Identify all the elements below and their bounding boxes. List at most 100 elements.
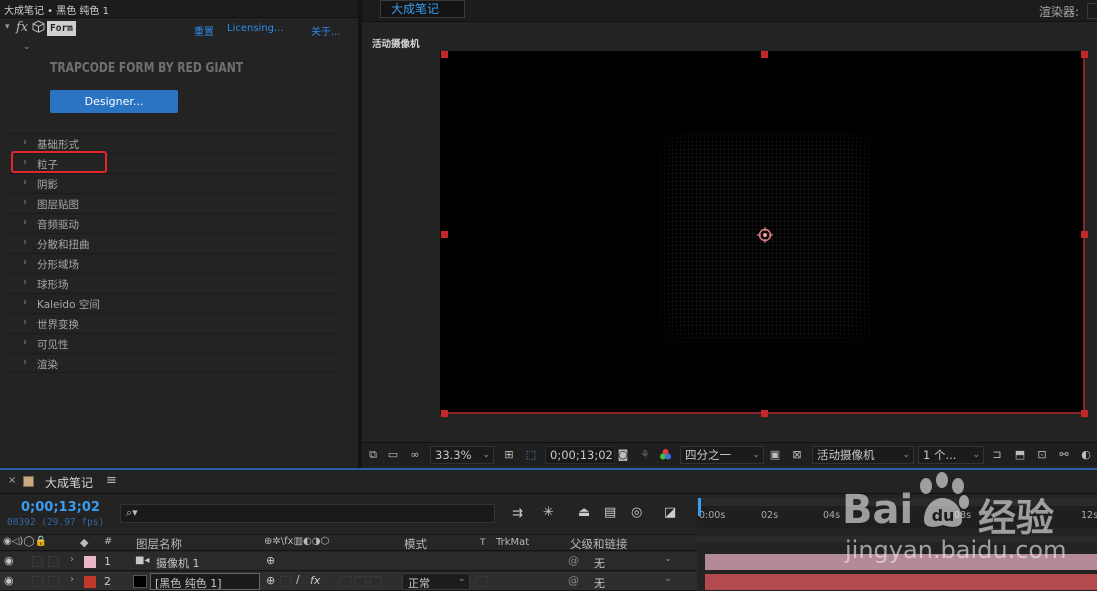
panel-menu-icon[interactable]: ≡ <box>106 473 117 488</box>
layer-search-input[interactable]: ⌕▾ <box>120 504 495 523</box>
graph-editor-icon[interactable]: ◪ <box>664 505 676 520</box>
solo-toggle[interactable] <box>32 576 43 587</box>
transform-handle[interactable] <box>761 410 768 417</box>
current-time-display[interactable]: 0;00;13;02 <box>545 446 615 464</box>
layer-label-color[interactable] <box>84 576 96 588</box>
pick-whip-icon[interactable]: @ <box>568 574 579 587</box>
renderer-label[interactable]: 渲染器: <box>1039 3 1079 20</box>
snapshot-camera-icon[interactable]: ◙ <box>616 448 630 461</box>
always-preview-icon[interactable]: ⧉ <box>366 448 380 461</box>
group-rendering[interactable]: › 渲染 <box>8 353 339 373</box>
layer-name[interactable]: [黑色 纯色 1] <box>155 575 222 591</box>
flowchart-icon[interactable]: ⚯ <box>1057 448 1071 461</box>
anchor-point-icon[interactable] <box>756 226 774 244</box>
pick-whip-icon[interactable]: @ <box>568 554 579 567</box>
composition-tab[interactable]: 大成笔记 <box>380 0 465 18</box>
reset-link[interactable]: 重置 <box>194 23 214 38</box>
eye-icon[interactable]: ◉ <box>4 574 14 587</box>
preserve-transparency-toggle[interactable] <box>476 576 487 587</box>
expand-chevron-icon[interactable]: ⌄ <box>23 42 31 52</box>
comp-mini-flowchart-icon[interactable]: ⇉ <box>512 506 523 521</box>
label-tag-icon[interactable]: ◆ <box>80 536 88 549</box>
transform-handle[interactable] <box>441 231 448 238</box>
monitor-icon[interactable]: ▭ <box>386 448 400 461</box>
effect-name[interactable]: Form <box>47 21 76 36</box>
layer-track-bar[interactable] <box>705 574 1097 590</box>
transform-handle[interactable] <box>441 410 448 417</box>
transform-handle[interactable] <box>1081 51 1088 58</box>
av-switches-icon[interactable]: ◉◁)◯🔒 <box>3 536 47 547</box>
about-link[interactable]: 关于... <box>311 23 341 38</box>
layer-row[interactable]: ◉ › 2 [黑色 纯色 1] ⊕ / fx 正常 ⌄ @ 无 ⌄ <box>0 572 697 591</box>
group-world-transform[interactable]: › 世界变换 <box>8 313 339 333</box>
group-layer-maps[interactable]: › 图层贴图 <box>8 193 339 213</box>
fx-icon[interactable]: fx <box>16 20 28 35</box>
group-shadowlet[interactable]: › 阴影 <box>8 173 339 193</box>
group-fractal-field[interactable]: › 分形域场 <box>8 253 339 273</box>
column-layer-name[interactable]: 图层名称 <box>136 536 182 552</box>
column-mode[interactable]: 模式 <box>404 536 427 552</box>
parent-dropdown[interactable]: 无 <box>594 555 605 571</box>
solo-toggle[interactable] <box>32 556 43 567</box>
composition-canvas[interactable] <box>440 51 1085 414</box>
quality-slash-icon[interactable]: / <box>296 573 300 586</box>
fx-switch-icon[interactable]: fx <box>310 574 320 587</box>
parent-dropdown[interactable]: 无 <box>594 575 605 591</box>
group-visibility[interactable]: › 可见性 <box>8 333 339 353</box>
group-disperse-twist[interactable]: › 分散和扭曲 <box>8 233 339 253</box>
resolution-dropdown[interactable]: 四分之一 ⌄ <box>680 446 764 464</box>
switch-box[interactable] <box>370 576 381 587</box>
lock-toggle[interactable] <box>48 576 59 587</box>
draft-3d-icon[interactable]: ⬒ <box>1013 448 1027 461</box>
licensing-link[interactable]: Licensing... <box>227 23 284 34</box>
transform-handle[interactable] <box>1081 231 1088 238</box>
baidu-url: jingyan.baidu.com <box>845 536 1067 564</box>
timeline-comp-name[interactable]: 大成笔记 <box>45 474 93 491</box>
switch-box[interactable] <box>340 576 351 587</box>
layer-name[interactable]: 摄像机 1 <box>156 555 200 571</box>
transform-handle[interactable] <box>441 51 448 58</box>
view-layout-dropdown[interactable]: 1 个... ⌄ <box>918 446 984 464</box>
chevron-right-icon[interactable]: › <box>70 574 74 585</box>
group-audio-react[interactable]: › 音频驱动 <box>8 213 339 233</box>
camera-view-dropdown[interactable]: 活动摄像机 ⌄ <box>812 446 914 464</box>
eye-icon[interactable]: ◉ <box>4 554 14 567</box>
region-of-interest-icon[interactable]: ⊞ <box>502 448 516 461</box>
shy-layers-icon[interactable]: ⏏ <box>578 505 590 520</box>
reset-exposure-icon[interactable]: ◐ <box>1079 448 1093 461</box>
group-spherical-field[interactable]: › 球形场 <box>8 273 339 293</box>
column-parent[interactable]: 父级和链接 <box>570 536 628 552</box>
zoom-dropdown[interactable]: 33.3% ⌄ <box>430 446 494 464</box>
transparency-grid-icon[interactable]: ⬚ <box>524 448 538 461</box>
transform-handle[interactable] <box>761 51 768 58</box>
layer-switches-icon[interactable]: ⊕✲\fx▥◐◑⬡ <box>264 536 329 547</box>
layer-row[interactable]: ◉ › 1 ■◂ 摄像机 1 ⊕ @ 无 ⌄ <box>0 552 697 571</box>
layer-label-color[interactable] <box>84 556 96 568</box>
shy-switch-icon[interactable]: ⊕ <box>266 574 275 587</box>
color-channels-icon[interactable] <box>658 448 672 461</box>
fast-preview-icon[interactable]: ▣ <box>768 448 782 461</box>
chevron-down-icon: ⌄ <box>752 450 760 460</box>
group-kaleido-space[interactable]: › Kaleido 空间 <box>8 293 339 313</box>
pixel-aspect-icon[interactable]: ⊐ <box>990 448 1004 461</box>
switch-box[interactable] <box>355 576 366 587</box>
frame-blending-icon[interactable]: ▤ <box>604 505 616 520</box>
transform-handle[interactable] <box>1081 410 1088 417</box>
toggle-alpha-icon[interactable]: ⊠ <box>790 448 804 461</box>
show-snapshot-icon[interactable]: ⚘ <box>638 448 652 461</box>
renderer-dropdown[interactable] <box>1087 3 1097 19</box>
close-icon[interactable]: × <box>8 475 16 486</box>
group-basic-form[interactable]: › 基础形式 <box>8 133 339 153</box>
playhead[interactable] <box>698 498 701 516</box>
designer-button[interactable]: Designer... <box>50 90 178 113</box>
mask-visibility-icon[interactable]: ∞ <box>408 448 422 461</box>
lock-toggle[interactable] <box>48 556 59 567</box>
draft-3d-toggle-icon[interactable]: ✳ <box>543 505 554 520</box>
switch-box[interactable] <box>280 576 291 587</box>
timeline-timecode[interactable]: 0;00;13;02 <box>21 500 100 515</box>
chevron-right-icon[interactable]: › <box>70 554 74 565</box>
collapse-chevron-icon[interactable]: ▾ <box>5 22 10 32</box>
extended-viewer-icon[interactable]: ⊡ <box>1035 448 1049 461</box>
shy-switch-icon[interactable]: ⊕ <box>266 554 275 567</box>
motion-blur-icon[interactable]: ◎ <box>631 505 642 520</box>
